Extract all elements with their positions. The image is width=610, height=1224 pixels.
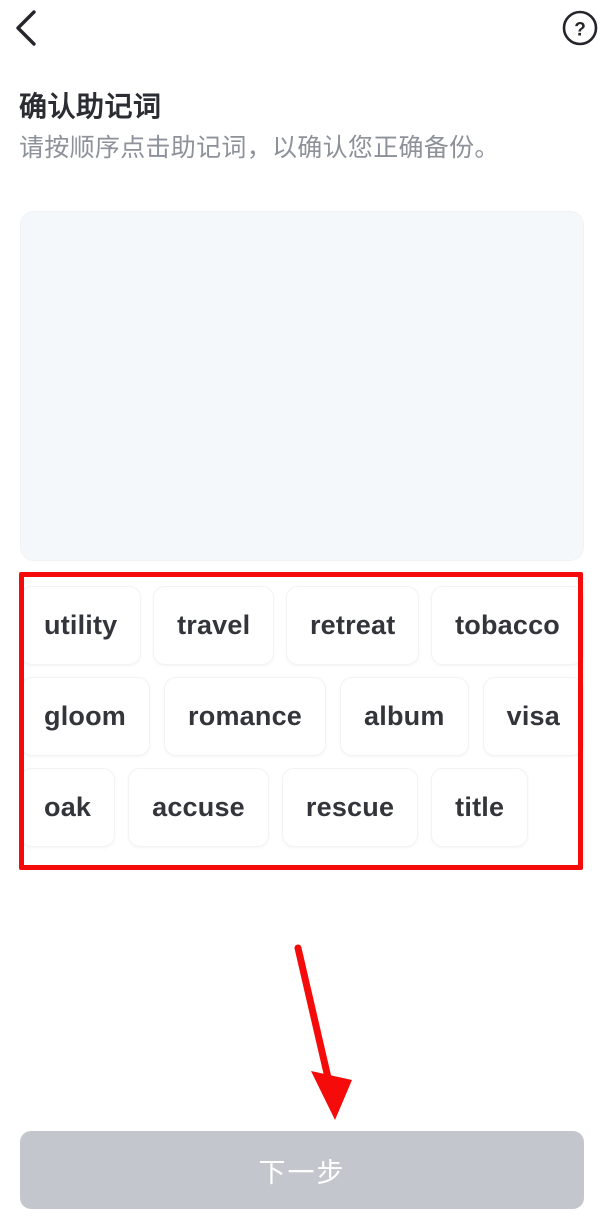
word-chip[interactable]: album [340,677,469,756]
word-chip[interactable]: retreat [285,586,420,665]
word-chip[interactable]: rescue [281,768,419,847]
word-chip[interactable]: visa [482,677,584,756]
word-chip[interactable]: utility [20,586,142,665]
word-bank-row: gloom romance album visa [20,677,584,768]
word-chip[interactable]: gloom [20,677,150,756]
selected-words-panel[interactable] [20,211,584,561]
word-bank: utility travel retreat tobacco gloom rom… [20,586,584,864]
word-chip[interactable]: travel [153,586,275,665]
question-mark-circle-icon: ? [561,9,599,47]
chevron-left-icon [13,9,39,47]
word-chip[interactable]: tobacco [431,586,584,665]
word-chip[interactable]: accuse [128,768,269,847]
word-bank-row: utility travel retreat tobacco [20,586,584,677]
word-chip[interactable]: romance [164,677,326,756]
word-chip[interactable]: oak [20,768,116,847]
page-subtitle: 请按顺序点击助记词，以确认您正确备份。 [19,134,500,162]
word-bank-row: oak accuse rescue title [20,768,584,859]
word-chip[interactable]: title [431,768,529,847]
page-title: 确认助记词 [19,91,162,122]
back-button[interactable] [2,2,50,54]
confirm-mnemonic-screen: ? 确认助记词 请按顺序点击助记词，以确认您正确备份。 utility trav… [0,0,610,1224]
annotation-arrow [270,930,380,1130]
help-button[interactable]: ? [560,8,600,48]
svg-text:?: ? [574,20,586,41]
next-button[interactable]: 下一步 [20,1131,584,1209]
top-navigation-bar: ? [0,0,610,58]
